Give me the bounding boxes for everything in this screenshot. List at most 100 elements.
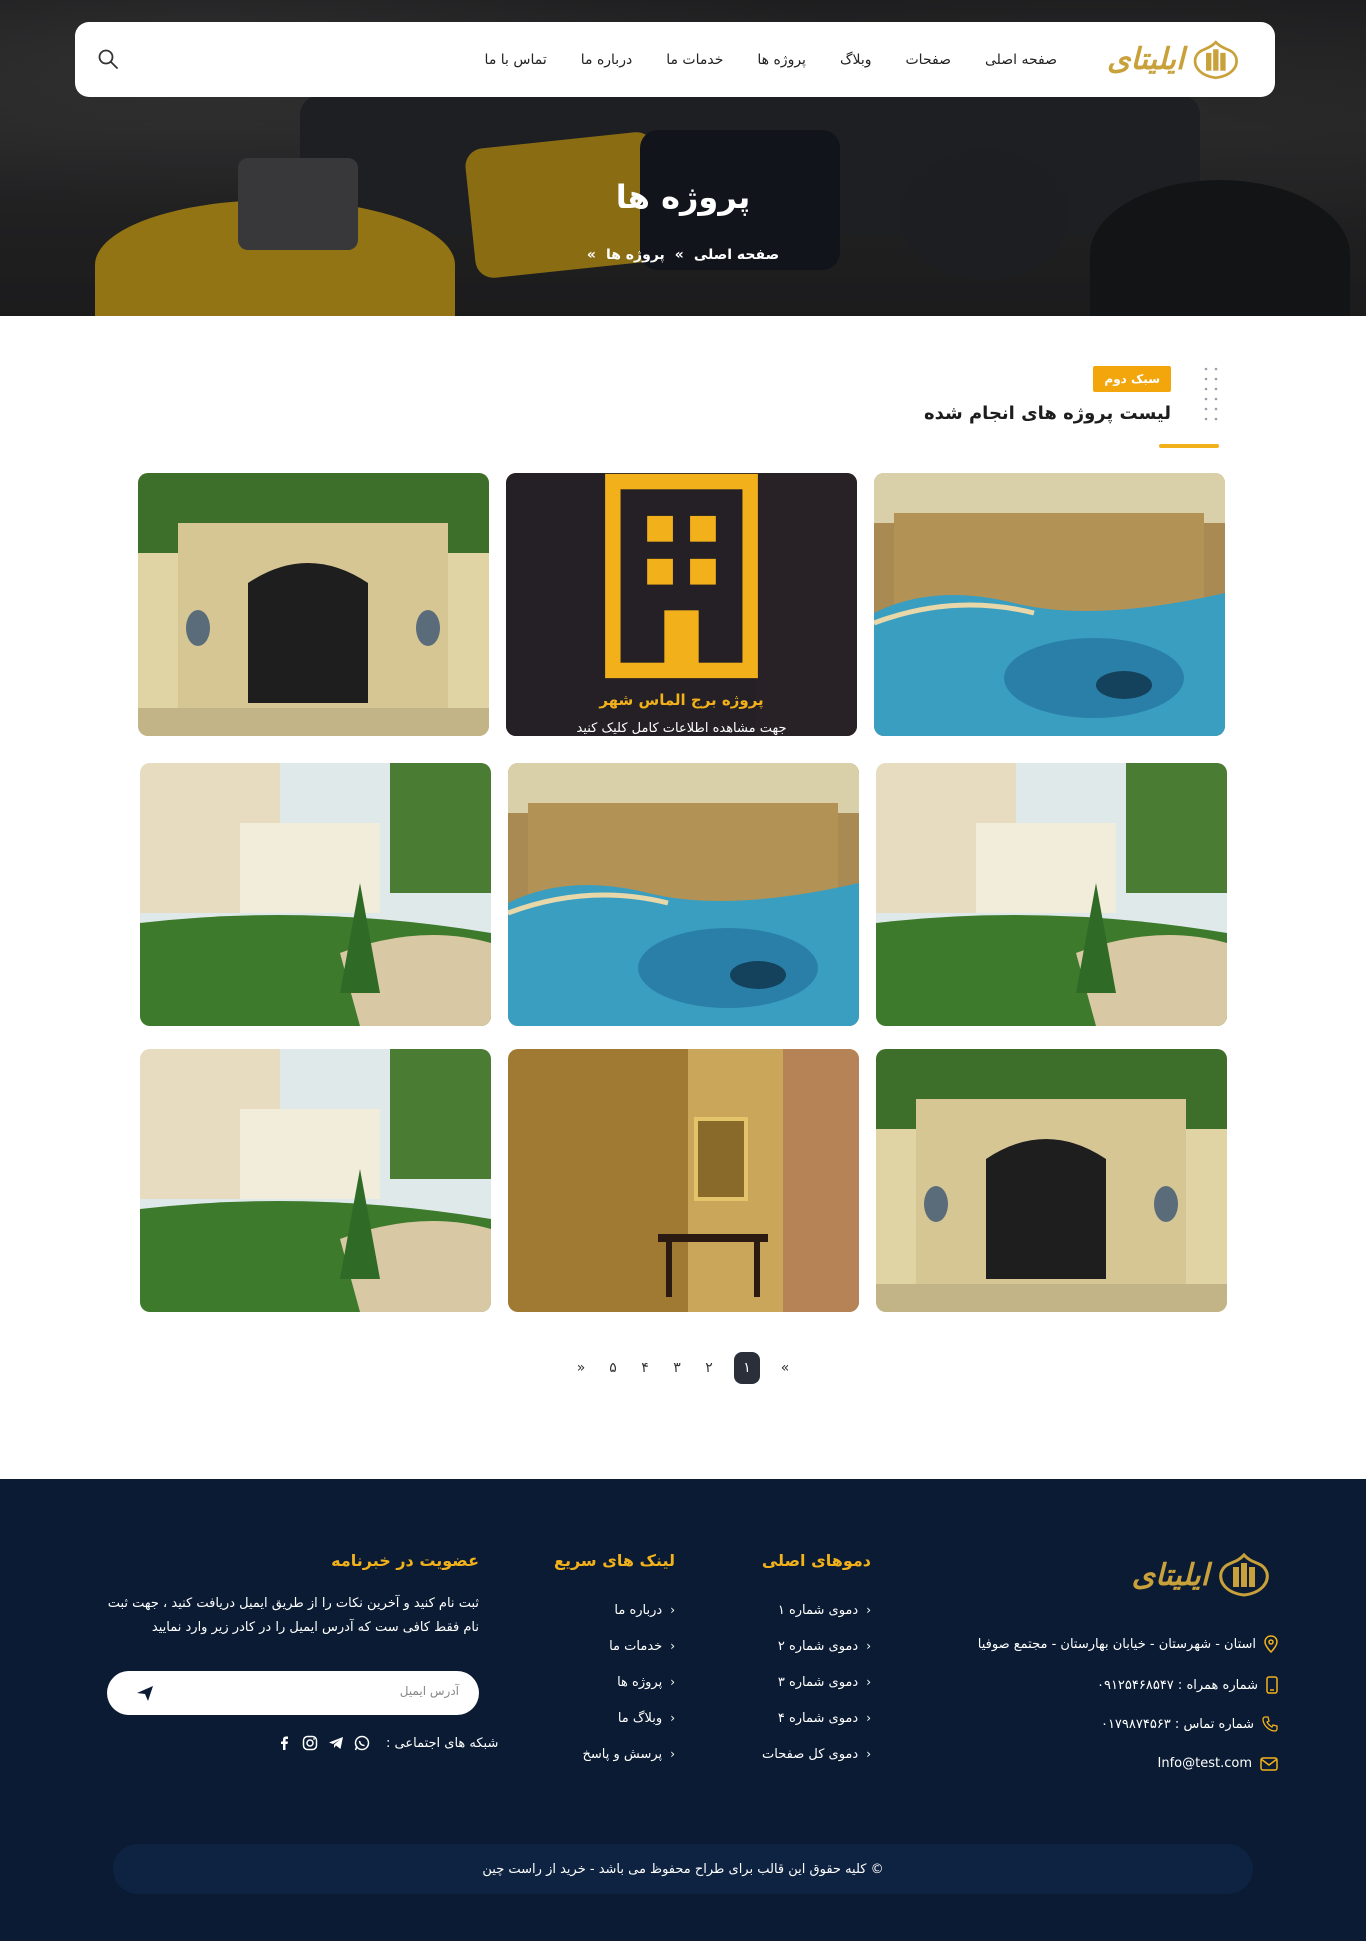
demos-list: ‹ دموی شماره ۱ ‹ دموی شماره ۲ ‹ دموی شماره …: [762, 1592, 871, 1772]
pagination: » ۵ ۴ ۳ ۲ ۱ «: [0, 1352, 1366, 1384]
section-badge: سبک دوم: [1093, 366, 1171, 392]
pagination-page-3[interactable]: ۳: [670, 1360, 684, 1376]
demo-link[interactable]: ‹ دموی شماره ۱: [762, 1592, 871, 1628]
quick-link-label: خدمات ما: [609, 1638, 663, 1654]
send-icon[interactable]: [135, 1683, 155, 1703]
chevron-left-icon: ‹: [670, 1603, 675, 1617]
logo-text: ایلیتای: [1107, 42, 1185, 77]
phone-text: شماره تماس : ۰۱۷۹۸۷۴۵۶۳: [1100, 1716, 1254, 1732]
project-hover-overlay: پروژه برج الماس شهر جهت مشاهده اطلاعات ک…: [506, 473, 857, 736]
project-card-gate[interactable]: [138, 473, 489, 736]
chevron-left-icon: ‹: [670, 1675, 675, 1689]
search-icon[interactable]: [97, 48, 119, 70]
demos-heading: دموهای اصلی: [761, 1551, 871, 1570]
pool-image: [508, 763, 859, 1026]
project-card-garden[interactable]: [876, 763, 1227, 1026]
chevron-left-icon: ‹: [866, 1639, 871, 1653]
section-underline: [1159, 444, 1219, 448]
quick-links-list: ‹ درباره ما ‹ خدمات ما ‹ پروژه ها ‹ وبلاگ ما…: [554, 1592, 675, 1772]
main-navbar: ایلیتای صفحه اصلی صفحات وبلاگ پروژه ها خ…: [75, 22, 1275, 97]
gate-image: [876, 1049, 1227, 1312]
chevron-left-icon: ‹: [670, 1747, 675, 1761]
site-footer: ایلیتای استان - شهرستان - خیابان بهارستا…: [0, 1479, 1366, 1941]
project-card-gate[interactable]: [876, 1049, 1227, 1312]
pagination-page-5[interactable]: ۵: [606, 1360, 620, 1376]
quick-links-heading: لینک های سریع: [554, 1551, 675, 1570]
chevron-left-icon: ‹: [866, 1711, 871, 1725]
footer-logo[interactable]: ایلیتای: [1132, 1551, 1273, 1599]
building-icon: [605, 473, 758, 679]
demo-link[interactable]: ‹ دموی شماره ۳: [762, 1664, 871, 1700]
demo-link[interactable]: ‹ دموی شماره ۴: [762, 1700, 871, 1736]
envelope-icon: [1260, 1756, 1278, 1771]
location-pin-icon: [1264, 1635, 1278, 1653]
logo-emblem-icon: [1194, 39, 1239, 79]
dots-decoration-icon: [1204, 367, 1218, 421]
pagination-page-4[interactable]: ۴: [638, 1360, 652, 1376]
telegram-icon[interactable]: [328, 1735, 344, 1751]
footer-phone[interactable]: شماره تماس : ۰۱۷۹۸۷۴۵۶۳: [1101, 1716, 1278, 1732]
footer-quick-links-column: لینک های سریع ‹ درباره ما ‹ خدمات ما ‹ پروژ…: [554, 1551, 675, 1772]
project-card-pool[interactable]: [508, 763, 859, 1026]
project-title: پروژه برج الماس شهر: [599, 691, 764, 709]
quick-link-label: وبلاگ ما: [617, 1710, 663, 1726]
quick-link[interactable]: ‹ درباره ما: [554, 1592, 675, 1628]
quick-link-label: درباره ما: [614, 1602, 663, 1618]
mobile-text: شماره همراه : ۰۹۱۲۵۴۶۸۵۴۷: [1096, 1677, 1258, 1693]
nav-item-about[interactable]: درباره ما: [581, 52, 632, 68]
quick-link-label: پروژه ها: [617, 1674, 663, 1690]
nav-item-blog[interactable]: وبلاگ: [840, 52, 872, 68]
whatsapp-icon[interactable]: [354, 1735, 370, 1751]
demo-link[interactable]: ‹ دموی شماره ۲: [762, 1628, 871, 1664]
garden-image: [876, 763, 1227, 1026]
garden-image: [140, 1049, 491, 1312]
demo-link-label: دموی کل صفحات: [762, 1746, 859, 1762]
project-card-garden[interactable]: [140, 763, 491, 1026]
project-card-featured[interactable]: پروژه برج الماس شهر جهت مشاهده اطلاعات ک…: [506, 473, 857, 736]
footer-email[interactable]: Info@test.com: [1158, 1756, 1278, 1771]
nav-item-projects[interactable]: پروژه ها: [757, 52, 806, 68]
project-card-pool[interactable]: [874, 473, 1225, 736]
chevron-left-icon: ‹: [866, 1747, 871, 1761]
footer-address: استان - شهرستان - خیابان بهارستان - مجتم…: [978, 1635, 1278, 1653]
footer-logo-text: ایلیتای: [1131, 1557, 1209, 1593]
pagination-page-2[interactable]: ۲: [702, 1360, 716, 1376]
demo-link-label: دموی شماره ۱: [777, 1602, 859, 1618]
quick-link-label: پرسش و پاسخ: [582, 1746, 663, 1762]
project-card-garden[interactable]: [140, 1049, 491, 1312]
newsletter-text: ثبت نام کنید و آخرین نکات را از طریق ایم…: [107, 1596, 479, 1635]
page-title: پروژه ها: [615, 178, 751, 216]
page-hero: ایلیتای صفحه اصلی صفحات وبلاگ پروژه ها خ…: [0, 0, 1366, 316]
breadcrumb: صفحه اصلی » پروژه ها »: [0, 247, 1366, 263]
breadcrumb-separator: »: [586, 247, 596, 263]
instagram-icon[interactable]: [302, 1735, 318, 1751]
quick-link[interactable]: ‹ پرسش و پاسخ: [554, 1736, 675, 1772]
nav-item-services[interactable]: خدمات ما: [666, 52, 723, 68]
footer-newsletter-column: عضویت در خبرنامه ثبت نام کنید و آخرین نک…: [104, 1551, 479, 1640]
chevron-left-icon: ‹: [866, 1675, 871, 1689]
quick-link[interactable]: ‹ پروژه ها: [554, 1664, 675, 1700]
nav-item-contact[interactable]: تماس با ما: [485, 52, 547, 68]
quick-link[interactable]: ‹ خدمات ما: [554, 1628, 675, 1664]
pagination-page-1-active[interactable]: ۱: [734, 1352, 760, 1384]
garden-image: [140, 763, 491, 1026]
pagination-prev[interactable]: «: [778, 1360, 792, 1376]
facebook-icon[interactable]: [276, 1735, 292, 1751]
nav-item-home[interactable]: صفحه اصلی: [985, 52, 1057, 68]
demo-link[interactable]: ‹ دموی کل صفحات: [762, 1736, 871, 1772]
newsletter-email-field[interactable]: آدرس ایمیل: [107, 1671, 479, 1715]
breadcrumb-separator: »: [674, 247, 684, 263]
quick-link[interactable]: ‹ وبلاگ ما: [554, 1700, 675, 1736]
address-text: استان - شهرستان - خیابان بهارستان - مجتم…: [977, 1636, 1256, 1652]
pagination-next[interactable]: »: [574, 1360, 588, 1376]
site-logo[interactable]: ایلیتای: [1107, 32, 1242, 87]
gate-image: [138, 473, 489, 736]
demo-link-label: دموی شماره ۴: [777, 1710, 859, 1726]
project-card-corridor[interactable]: [508, 1049, 859, 1312]
breadcrumb-home[interactable]: صفحه اصلی: [694, 247, 779, 263]
section-heading: سبک دوم لیست پروژه های انجام شده: [819, 366, 1219, 452]
project-subtitle: جهت مشاهده اطلاعات کامل کلیک کنید: [576, 721, 787, 736]
footer-mobile[interactable]: شماره همراه : ۰۹۱۲۵۴۶۸۵۴۷: [1097, 1676, 1278, 1694]
mobile-phone-icon: [1266, 1676, 1278, 1694]
nav-item-pages[interactable]: صفحات: [906, 52, 951, 68]
